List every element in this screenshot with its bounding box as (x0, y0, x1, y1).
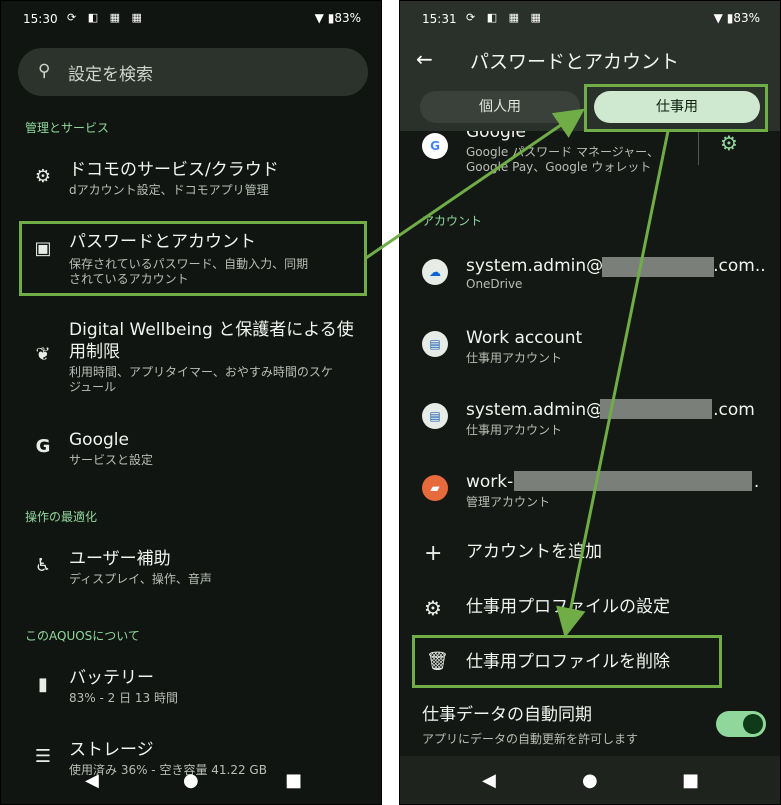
work-account-icon: ▤ (422, 331, 448, 357)
status-time: 15:31 (422, 12, 457, 26)
account-title: Work account (466, 328, 583, 348)
item-sub: 利用時間、アプリタイマー、おやすみ時間のスケジュール (69, 365, 333, 394)
highlight-work-tab (584, 84, 768, 132)
google-sub2: Google Pay、Google ウォレット (466, 160, 652, 174)
section-header-about: このAQUOSについて (25, 629, 140, 643)
item-sub: サービスと設定 (69, 453, 154, 467)
back-nav-icon[interactable]: ◀ (482, 770, 496, 791)
wellbeing-icon: ❦ (35, 344, 51, 365)
auto-sync-sub: アプリにデータの自動更新を許可します (422, 732, 639, 746)
google-icon: G (422, 133, 448, 159)
account-sub: 管理アカウント (466, 495, 551, 509)
page-title: パスワードとアカウント (470, 51, 680, 73)
section-header-optimize: 操作の最適化 (25, 510, 98, 524)
search-placeholder: 設定を検索 (68, 65, 153, 85)
tab-personal[interactable]: 個人用 (420, 91, 580, 123)
plus-icon: + (424, 541, 443, 566)
battery-icon: ▮ (38, 674, 48, 695)
wifi-icon: ▼ (713, 11, 723, 25)
app-bar: ← パスワードとアカウント (400, 35, 780, 85)
add-account-item[interactable]: + アカウントを追加 (422, 541, 762, 569)
wifi-icon: ▼ (314, 11, 324, 25)
navigation-bar: ◀ ● ■ (1, 756, 381, 804)
status-time: 15:30 (23, 12, 58, 26)
settings-item-battery[interactable]: ▮ バッテリー 83% - 2 日 13 時間 (23, 667, 363, 711)
highlight-delete-profile (412, 635, 722, 688)
item-sub: ディスプレイ、操作、音声 (69, 572, 212, 586)
section-header-accounts: アカウント (422, 214, 483, 228)
gear-icon: ⚙ (34, 166, 52, 187)
settings-item-digital-wellbeing[interactable]: ❦ Digital Wellbeing と保護者による使用制限 利用時間、アプリ… (23, 319, 363, 399)
gear-icon[interactable]: ⚙ (720, 131, 738, 155)
back-nav-icon[interactable]: ◀ (85, 770, 99, 791)
item-title: バッテリー (69, 668, 154, 688)
item-title: ユーザー補助 (69, 549, 171, 569)
battery-percent: 83% (334, 11, 361, 25)
account-work[interactable]: ▤ Work account 仕事用アカウント (422, 327, 762, 367)
account-sub: 仕事用アカウント (466, 423, 563, 437)
item-sub: dアカウント設定、ドコモアプリ管理 (69, 183, 269, 197)
account-sub: 仕事用アカウント (466, 351, 563, 365)
notification-icons: ⟳ ◧ ▦ ▦ (67, 11, 146, 24)
back-arrow-icon[interactable]: ← (416, 47, 433, 71)
auto-sync-item[interactable]: 仕事データの自動同期 アプリにデータの自動更新を許可します (422, 704, 762, 746)
notification-icons: ⟳ ◧ ▦ ▦ (466, 11, 545, 24)
battery-percent: 83% (733, 11, 760, 25)
section-header-manage: 管理とサービス (25, 121, 110, 135)
item-sub: 83% - 2 日 13 時間 (69, 691, 178, 705)
work-profile-settings-label: 仕事用プロファイルの設定 (466, 597, 670, 617)
toggle-knob (743, 714, 763, 734)
briefcase-icon: ▰ (422, 475, 448, 501)
settings-search-bar[interactable]: ⚲ 設定を検索 (18, 48, 368, 96)
settings-item-accessibility[interactable]: ♿ ユーザー補助 ディスプレイ、操作、音声 (23, 548, 363, 592)
status-bar: 15:30 ⟳ ◧ ▦ ▦ ▼ ▮83% (1, 1, 381, 35)
work-profile-settings-item[interactable]: ⚙ 仕事用プロファイルの設定 (422, 596, 762, 624)
work-account-icon: ▤ (422, 403, 448, 429)
add-account-label: アカウントを追加 (466, 542, 602, 562)
item-title: ドコモのサービス/クラウド (69, 160, 279, 180)
onedrive-icon: ☁ (422, 259, 448, 285)
recents-nav-icon[interactable]: ■ (285, 770, 302, 791)
home-nav-icon[interactable]: ● (183, 770, 199, 791)
home-nav-icon[interactable]: ● (582, 770, 598, 791)
redaction-bar (600, 399, 712, 419)
highlight-passwords-accounts (19, 221, 367, 296)
google-icon: G (35, 436, 51, 457)
accessibility-icon: ♿ (34, 555, 52, 576)
divider (698, 127, 699, 165)
settings-item-google[interactable]: G Google サービスと設定 (23, 429, 363, 473)
status-bar: 15:31 ⟳ ◧ ▦ ▦ ▼ ▮83% (400, 1, 780, 35)
settings-item-docomo[interactable]: ⚙ ドコモのサービス/クラウド dアカウント設定、ドコモアプリ管理 (23, 159, 363, 203)
gear-icon: ⚙ (424, 596, 442, 620)
recents-nav-icon[interactable]: ■ (682, 770, 699, 791)
account-sub: OneDrive (466, 277, 523, 291)
passwords-accounts-screen: 15:31 ⟳ ◧ ▦ ▦ ▼ ▮83% ← パスワードとアカウント G Goo… (399, 0, 781, 805)
item-title: Digital Wellbeing と保護者による使用制限 (69, 320, 354, 362)
auto-sync-toggle[interactable] (716, 711, 766, 737)
redaction-bar (602, 257, 714, 277)
navigation-bar: ◀ ● ■ (400, 756, 780, 804)
auto-sync-title: 仕事データの自動同期 (422, 705, 592, 725)
search-icon: ⚲ (38, 61, 51, 81)
settings-screen: 15:30 ⟳ ◧ ▦ ▦ ▼ ▮83% ⚲ 設定を検索 管理とサービス ⚙ ド… (0, 0, 382, 805)
redaction-bar (514, 471, 752, 491)
item-title: Google (69, 430, 129, 450)
